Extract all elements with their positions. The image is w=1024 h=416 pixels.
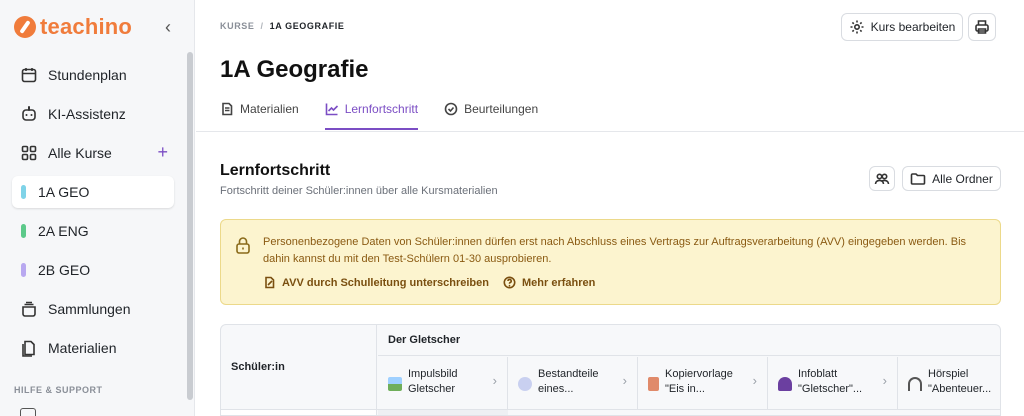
tab-label: Lernfortschritt bbox=[344, 102, 419, 116]
material-column-header[interactable]: Kopiervorlage "Eis in... › bbox=[638, 357, 768, 409]
material-column-label: Kopiervorlage "Eis in... bbox=[665, 368, 733, 395]
main-content: KURSE / 1A GEOGRAFIE Kurs bearbeiten 1A Ge… bbox=[196, 0, 1024, 416]
students-button[interactable] bbox=[869, 166, 895, 191]
material-column-label: Hörspiel "Abenteuer... bbox=[928, 368, 992, 395]
material-column-header[interactable]: Infoblatt "Gletscher"... › bbox=[768, 357, 898, 409]
sidebar-item-label: Materialien bbox=[48, 340, 117, 356]
chart-line-icon bbox=[325, 103, 338, 116]
logo-text: teachino bbox=[40, 14, 133, 39]
people-icon bbox=[778, 377, 792, 391]
image-icon bbox=[388, 377, 402, 391]
chevron-right-icon: › bbox=[492, 373, 497, 388]
stack-icon bbox=[20, 300, 38, 318]
print-button[interactable] bbox=[968, 13, 996, 41]
sidebar-item-label: Stundenplan bbox=[48, 67, 127, 83]
breadcrumb: KURSE / 1A GEOGRAFIE bbox=[220, 21, 345, 31]
material-column-header[interactable]: Impulsbild Gletscher › bbox=[378, 357, 508, 409]
group-header: Der Gletscher bbox=[378, 325, 1000, 356]
tab-bar: Materialien Lernfortschritt Beurteilunge… bbox=[220, 96, 538, 130]
lock-icon bbox=[235, 236, 251, 254]
breadcrumb-root[interactable]: KURSE bbox=[220, 21, 255, 31]
robot-icon bbox=[20, 105, 38, 123]
course-color-dot bbox=[21, 263, 26, 277]
breadcrumb-current: 1A GEOGRAFIE bbox=[269, 21, 345, 31]
sign-avv-label: AVV durch Schulleitung unterschreiben bbox=[282, 276, 489, 289]
signature-icon bbox=[265, 276, 275, 289]
sidebar-item-label: 2A ENG bbox=[38, 223, 89, 239]
breadcrumb-separator: / bbox=[260, 21, 264, 31]
all-folders-label: Alle Ordner bbox=[932, 171, 993, 186]
logo[interactable]: teachino bbox=[14, 14, 133, 39]
table-row[interactable] bbox=[221, 410, 377, 415]
sidebar-item-alle-kurse[interactable]: Alle Kurse + bbox=[12, 137, 174, 169]
learn-more-link[interactable]: Mehr erfahren bbox=[503, 276, 595, 289]
sign-avv-link[interactable]: AVV durch Schulleitung unterschreiben bbox=[263, 276, 489, 289]
sidebar-section-help: HILFE & SUPPORT bbox=[14, 385, 103, 395]
sidebar-item-label: 1A GEO bbox=[38, 184, 90, 200]
check-circle-icon bbox=[444, 102, 458, 116]
table-cell[interactable] bbox=[378, 410, 508, 415]
teachino-logo-icon bbox=[14, 16, 36, 38]
sidebar-item-label: Sammlungen bbox=[48, 301, 131, 317]
section-title: Lernfortschritt bbox=[220, 162, 331, 179]
gear-icon bbox=[850, 20, 864, 34]
edit-course-label: Kurs bearbeiten bbox=[870, 20, 956, 34]
section-subtitle: Fortschritt deiner Schüler:innen über al… bbox=[220, 185, 498, 197]
grid-icon bbox=[20, 144, 38, 162]
printer-icon bbox=[975, 20, 989, 34]
material-column-label: Infoblatt "Gletscher"... bbox=[798, 368, 863, 395]
chevron-right-icon: › bbox=[622, 373, 627, 388]
sidebar-item-label: KI-Assistenz bbox=[48, 106, 126, 122]
all-folders-button[interactable]: Alle Ordner bbox=[902, 166, 1001, 191]
tab-label: Materialien bbox=[240, 102, 299, 116]
notice-links: AVV durch Schulleitung unterschreiben Me… bbox=[263, 276, 595, 289]
sidebar: teachino ‹ Stundenplan KI-Assistenz Alle… bbox=[0, 0, 195, 416]
sidebar-item-ki-assistenz[interactable]: KI-Assistenz bbox=[12, 98, 174, 130]
users-icon bbox=[874, 172, 890, 184]
material-column-label: Bestandteile eines... bbox=[538, 368, 599, 395]
tab-lernfortschritt[interactable]: Lernfortschritt bbox=[324, 96, 419, 130]
folder-icon bbox=[910, 172, 926, 185]
tab-label: Beurteilungen bbox=[464, 102, 539, 116]
chevron-right-icon: › bbox=[752, 373, 757, 388]
chevron-right-icon: › bbox=[882, 373, 887, 388]
tab-beurteilungen[interactable]: Beurteilungen bbox=[444, 96, 538, 130]
sidebar-item-2a-eng[interactable]: 2A ENG bbox=[12, 215, 174, 247]
files-icon bbox=[20, 339, 38, 357]
course-color-dot bbox=[21, 185, 26, 199]
sidebar-item-label: Alle Kurse bbox=[48, 145, 112, 161]
sidebar-item-2b-geo[interactable]: 2B GEO bbox=[12, 254, 174, 286]
page-title: 1A Geografie bbox=[220, 56, 369, 83]
progress-table: Schüler:in Der Gletscher Impulsbild Glet… bbox=[220, 324, 1001, 416]
worksheet-icon bbox=[648, 377, 659, 391]
tab-materialien[interactable]: Materialien bbox=[220, 96, 299, 130]
learn-more-label: Mehr erfahren bbox=[522, 276, 596, 289]
material-column-header[interactable]: Hörspiel "Abenteuer... bbox=[898, 357, 1000, 409]
material-column-label: Impulsbild Gletscher bbox=[408, 368, 458, 395]
sidebar-item-materialien[interactable]: Materialien bbox=[12, 332, 174, 364]
material-column-header[interactable]: Bestandteile eines... › bbox=[508, 357, 638, 409]
sidebar-scrollbar[interactable] bbox=[187, 52, 193, 400]
collapse-sidebar-icon[interactable]: ‹ bbox=[160, 17, 176, 37]
student-column-header[interactable]: Schüler:in bbox=[221, 325, 377, 409]
calendar-icon bbox=[20, 66, 38, 84]
question-circle-icon bbox=[503, 276, 516, 289]
sidebar-item-sammlungen[interactable]: Sammlungen bbox=[12, 293, 174, 325]
notice-text: Personenbezogene Daten von Schüler:innen… bbox=[263, 236, 967, 265]
avv-notice: Personenbezogene Daten von Schüler:innen… bbox=[220, 219, 1001, 305]
speech-bubble-icon bbox=[518, 377, 532, 391]
sidebar-item-label: 2B GEO bbox=[38, 262, 91, 278]
help-icon[interactable] bbox=[20, 408, 36, 416]
headphones-icon bbox=[908, 377, 922, 391]
tabs-divider bbox=[196, 131, 1024, 132]
document-icon bbox=[222, 102, 233, 116]
sidebar-item-1a-geo[interactable]: 1A GEO bbox=[12, 176, 174, 208]
sidebar-item-stundenplan[interactable]: Stundenplan bbox=[12, 59, 174, 91]
add-course-icon[interactable]: + bbox=[157, 143, 168, 161]
edit-course-button[interactable]: Kurs bearbeiten bbox=[841, 13, 963, 41]
course-color-dot bbox=[21, 224, 26, 238]
